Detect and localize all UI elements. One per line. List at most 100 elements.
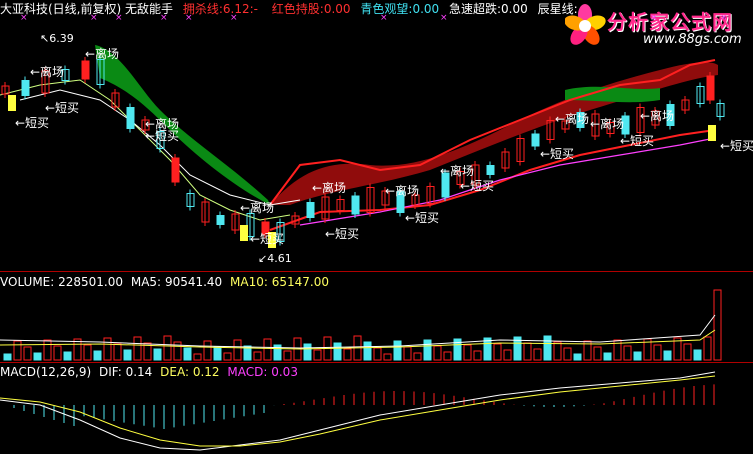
volume-header: VOLUME: 228501.00 MA5: 90541.40 MA10: 65…	[0, 275, 329, 289]
volume-bar	[473, 350, 482, 361]
buy-annotation: ←短买	[460, 179, 494, 193]
main-panel-separator	[0, 271, 753, 272]
signal-marker: ×	[115, 13, 123, 23]
macd-dea-line	[0, 375, 716, 447]
signal-marker: ×	[440, 13, 448, 23]
candle-body	[171, 157, 180, 183]
volume-bar	[543, 335, 552, 361]
signal-marker: ×	[20, 13, 28, 23]
kline-chart: ←离场←离场←离场←离场←离场 ←离场←离场←离场 ←离场←离场←短买←短买←短买←…	[0, 13, 753, 451]
volume-bar	[693, 349, 702, 361]
volume-bar	[403, 346, 412, 361]
signal-marker: ×	[720, 13, 728, 23]
volume-bar	[683, 343, 692, 361]
candle-body	[81, 60, 90, 80]
candle-body	[706, 75, 715, 101]
yellow-candle	[8, 95, 16, 111]
volume-bar	[503, 349, 512, 361]
buy-annotation: ←短买	[15, 116, 49, 130]
candle-body	[216, 215, 225, 225]
volume-bar	[433, 345, 442, 361]
leave-annotation: ←离场	[85, 46, 119, 61]
candle-body	[486, 165, 495, 175]
candle-body	[21, 80, 30, 96]
volume-bar	[383, 353, 392, 361]
volume-bar	[363, 341, 372, 361]
volume-bar	[163, 335, 172, 361]
buy-annotation: ←短买	[405, 211, 439, 225]
volume-bar	[53, 345, 62, 361]
signal-marker: ×	[185, 13, 193, 23]
volume-bar	[593, 346, 602, 361]
signal-marker: ×	[650, 13, 658, 23]
volume-bar	[73, 338, 82, 361]
yellow-candle	[708, 125, 716, 141]
green-band-right	[565, 86, 660, 103]
volume-bar	[553, 341, 562, 361]
volume-bar	[303, 343, 312, 361]
volume-bar	[23, 346, 32, 361]
volume-bar	[33, 352, 42, 361]
volume-bar	[663, 350, 672, 361]
leave-annotation: ←离场	[640, 108, 674, 123]
volume-bar	[233, 339, 242, 361]
leave-annotation: ←离场	[590, 116, 624, 131]
volume-bar	[223, 352, 232, 361]
volume-bar	[133, 336, 142, 361]
volume-bar	[713, 289, 722, 361]
volume-bar	[3, 353, 12, 361]
volume-bar	[123, 349, 132, 361]
volume-bar	[263, 338, 272, 361]
leave-annotation: ←离场	[385, 183, 419, 198]
volume-bar	[413, 352, 422, 361]
buy-annotation: ←短买	[45, 101, 79, 115]
volume-bar	[633, 351, 642, 361]
yellow-candle	[240, 225, 248, 241]
volume-bar	[533, 348, 542, 361]
volume-bar	[423, 339, 432, 361]
volume-bar	[13, 340, 22, 361]
green-resistance-band	[95, 45, 270, 205]
volume-ma5-line	[0, 314, 716, 349]
volume-bar	[93, 350, 102, 361]
signal-marker: ×	[90, 13, 98, 23]
candle-body	[306, 202, 315, 218]
macd-header: MACD(12,26,9) DIF: 0.14 DEA: 0.12 MACD: …	[0, 365, 298, 379]
volume-bar	[213, 346, 222, 361]
buy-annotation: ←短买	[540, 147, 574, 161]
volume-bar	[103, 337, 112, 361]
leave-annotation: ←离场	[555, 111, 589, 126]
leave-annotation: ←离场	[440, 163, 474, 178]
volume-bar	[563, 347, 572, 361]
leave-annotation: ←离场	[240, 200, 274, 215]
volume-bar	[333, 342, 342, 361]
volume-bar	[113, 343, 122, 361]
candle-body	[531, 133, 540, 147]
volume-bar	[183, 347, 192, 361]
volume-bar	[653, 344, 662, 361]
volume-bar	[603, 352, 612, 361]
volume-bar	[373, 347, 382, 361]
signal-marker: ×	[160, 13, 168, 23]
volume-bar	[443, 351, 452, 361]
macd-dif-line	[0, 371, 716, 451]
volume-bar	[623, 345, 632, 361]
buy-annotation: ←短买	[250, 232, 284, 246]
volume-bar	[153, 348, 162, 361]
buy-annotation: ←短买	[325, 227, 359, 241]
volume-bar	[343, 348, 352, 361]
volume-bar	[393, 340, 402, 361]
volume-bar	[283, 350, 292, 361]
volume-panel-separator	[0, 362, 753, 363]
signal-marker: ×	[230, 13, 238, 23]
signal-marker: ×	[380, 13, 388, 23]
buy-annotation: ←短买	[720, 139, 753, 153]
volume-bar	[463, 344, 472, 361]
buy-annotation: ←短买	[620, 134, 654, 148]
volume-bar	[203, 340, 212, 361]
volume-bar	[83, 344, 92, 361]
volume-bar	[253, 351, 262, 361]
volume-bar	[523, 342, 532, 361]
candle-body	[351, 195, 360, 215]
leave-annotation: ←离场	[30, 64, 64, 79]
